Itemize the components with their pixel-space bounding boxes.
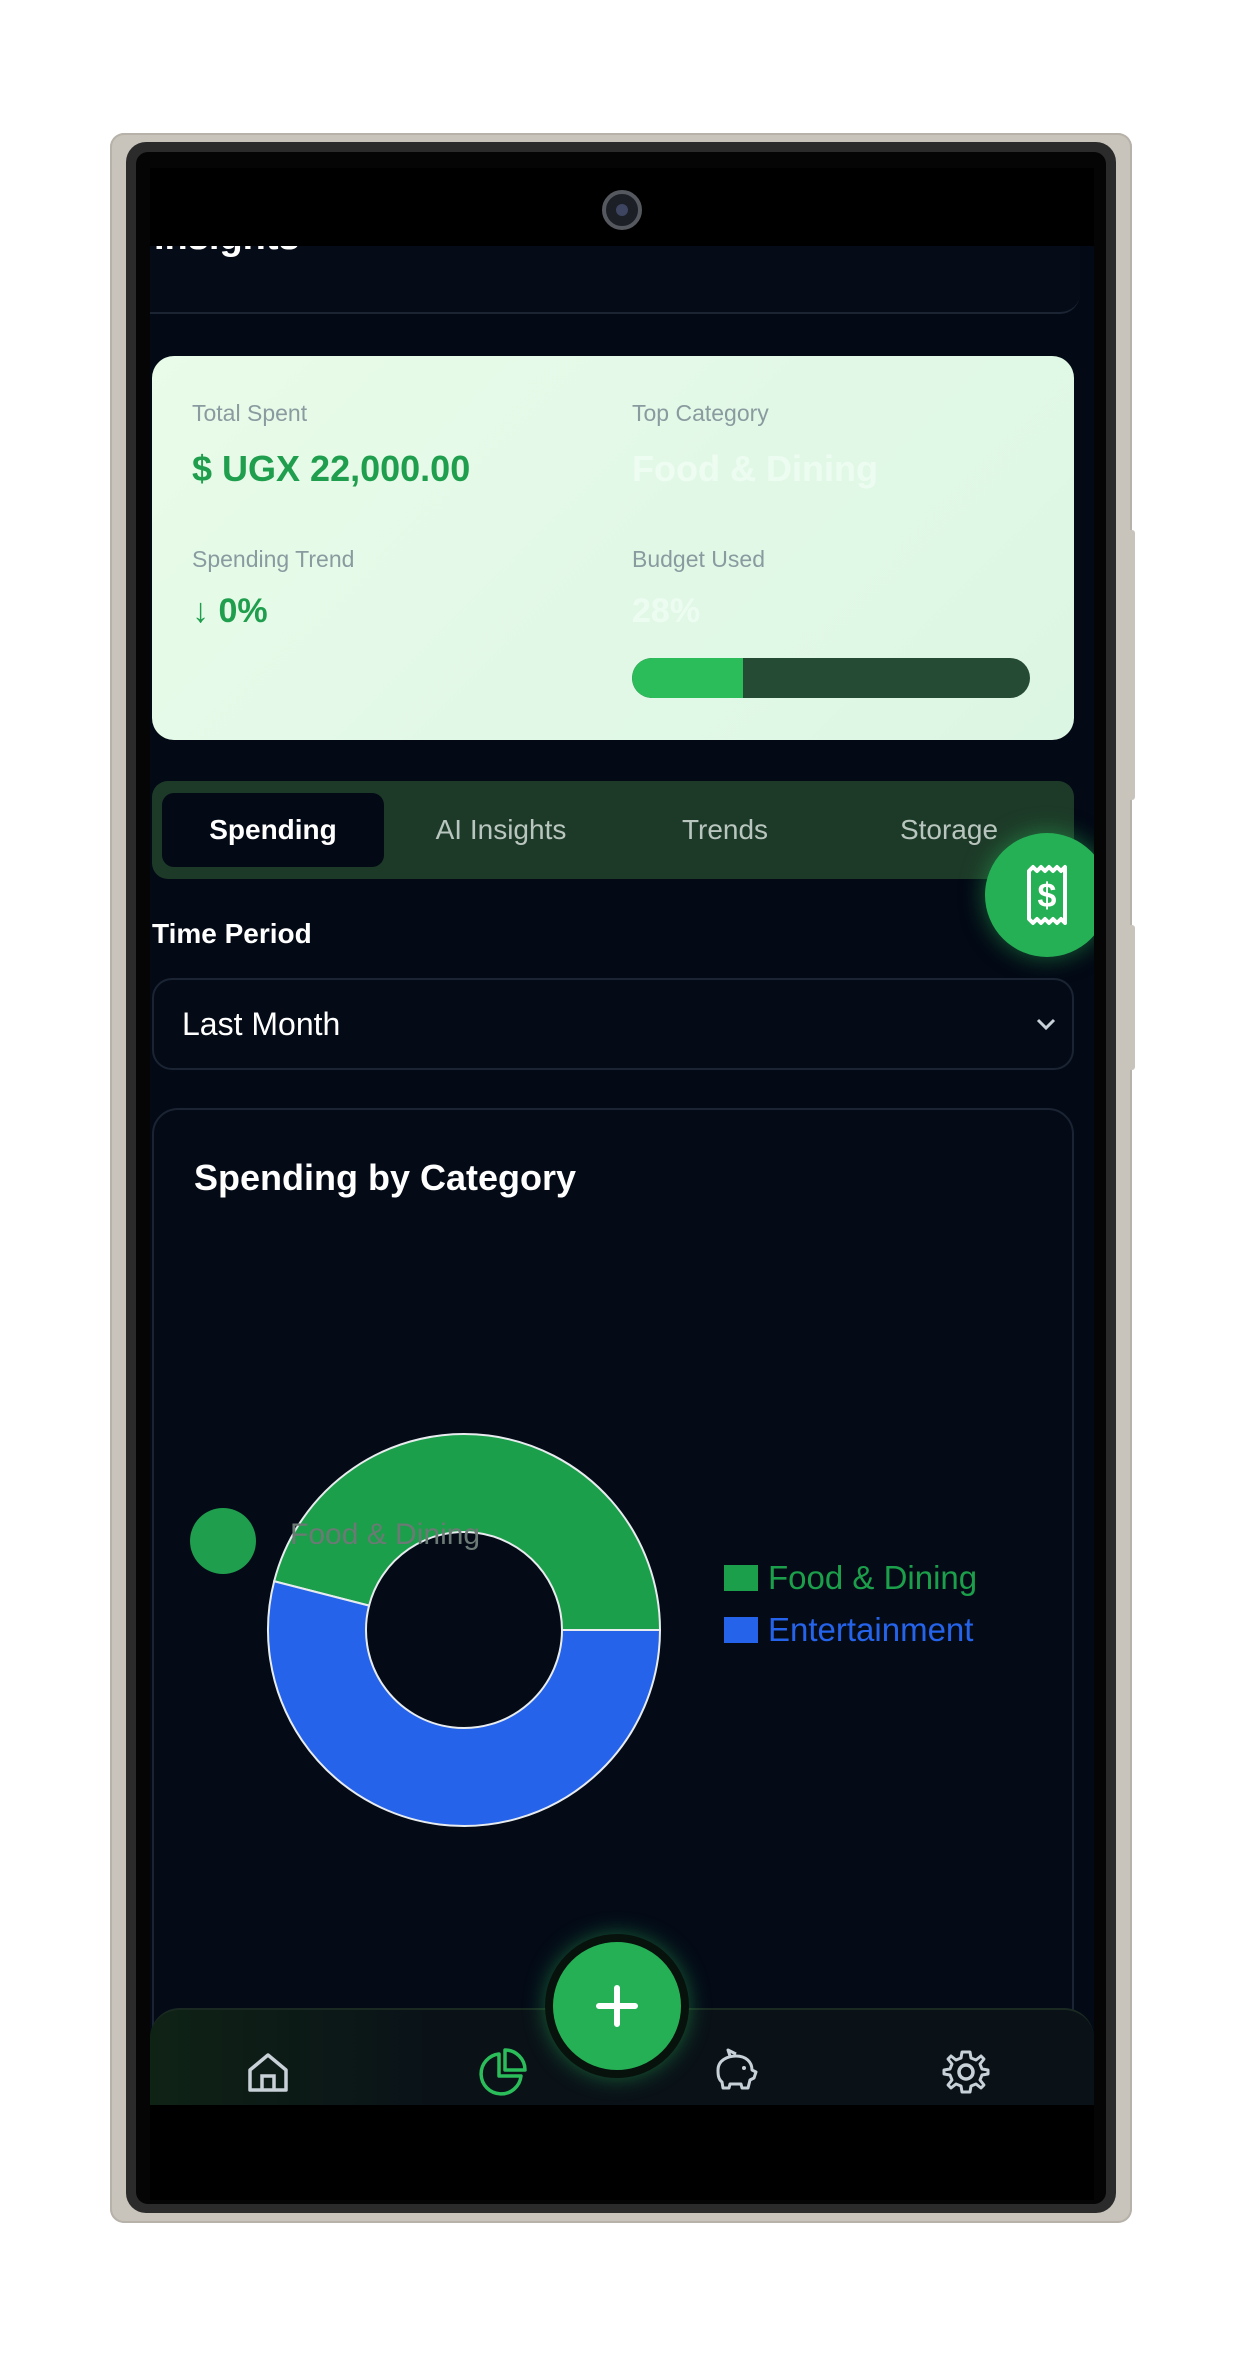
spending-trend-value: ↓ 0% [192,592,268,630]
home-icon[interactable] [240,2044,296,2100]
legend-item: Entertainment [724,1604,977,1656]
currency-symbol: $ [192,448,213,489]
total-spent-value: $ UGX 22,000.00 [192,448,471,489]
status-bar [150,168,1094,246]
tab-ai-insights[interactable]: AI Insights [390,793,612,867]
receipt-button[interactable]: $ [985,833,1094,957]
budget-progress-fill [632,658,744,698]
budget-progress-bar [632,658,1030,698]
add-transaction-button[interactable] [545,1934,689,2078]
category-avatar [190,1508,256,1574]
budget-used-value: 28% [632,592,701,630]
pie-chart-icon[interactable] [475,2044,531,2100]
category-list-item[interactable]: Food & Dining [290,1518,480,1552]
chevron-down-icon [1036,1018,1056,1031]
legend-item: Food & Dining [724,1552,977,1604]
settings-icon[interactable] [938,2044,994,2100]
plus-icon [596,1985,638,2027]
summary-card: Total Spent $ UGX 22,000.00 Top Category… [152,356,1074,740]
legend-label: Food & Dining [768,1559,978,1596]
volume-button [1127,530,1135,800]
gesture-bar-area [150,2105,1094,2200]
budget-used-label: Budget Used [632,546,765,572]
legend-swatch [724,1617,758,1643]
tab-bar: Spending AI Insights Trends Storage [152,781,1074,879]
app-screen: Insights Total Spent $ UGX 22,000.00 Top… [150,168,1094,2200]
legend-swatch [724,1565,758,1591]
tab-trends[interactable]: Trends [614,793,836,867]
chart-title: Spending by Category [194,1157,577,1198]
spending-trend-label: Spending Trend [192,546,355,572]
piggy-bank-icon[interactable] [706,2044,762,2100]
chart-legend: Food & Dining Entertainment [724,1552,977,1656]
total-spent-label: Total Spent [192,400,308,426]
time-period-select[interactable]: Last Month [152,978,1074,1070]
legend-label: Entertainment [768,1611,974,1648]
donut-chart [267,1433,662,1827]
tab-spending[interactable]: Spending [162,793,384,867]
arrow-down-icon: ↓ [192,592,209,630]
time-period-value: Last Month [182,1006,341,1042]
front-camera [602,190,642,230]
svg-text:$: $ [1038,877,1057,915]
top-category-label: Top Category [632,400,769,426]
power-button [1127,925,1135,1070]
receipt-dollar-icon: $ [1027,865,1067,925]
time-period-label: Time Period [152,918,312,949]
top-category-value: Food & Dining [632,448,878,489]
